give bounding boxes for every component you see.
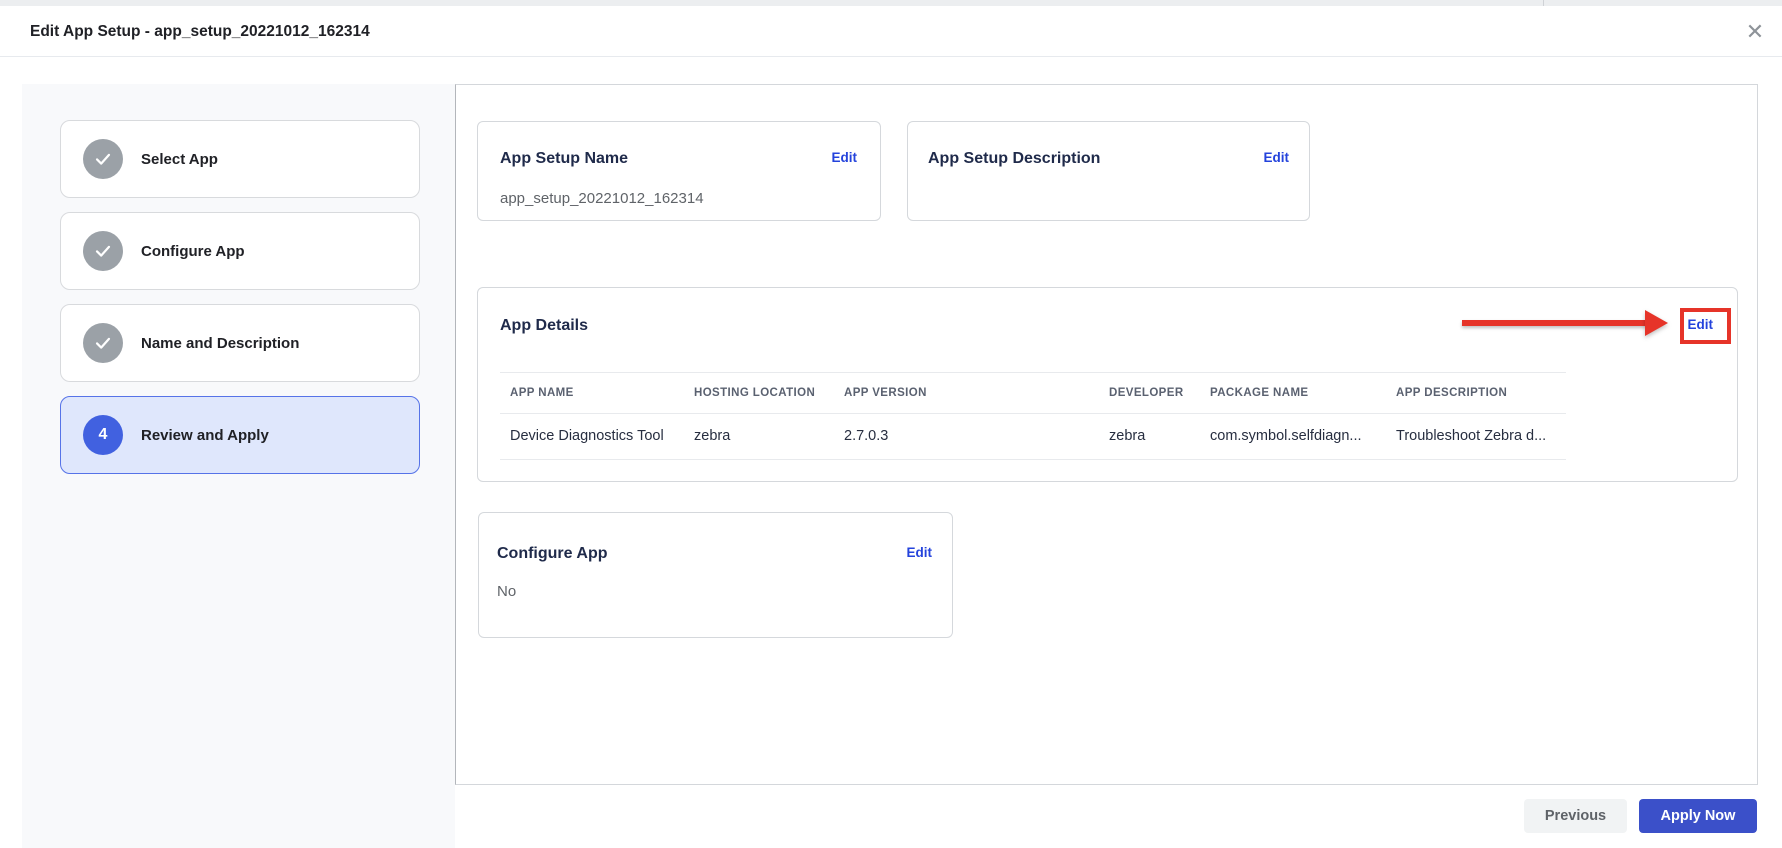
configure-app-value: No (497, 583, 517, 600)
edit-app-setup-modal: Edit App Setup - app_setup_20221012_1623… (0, 0, 1782, 848)
check-icon (83, 323, 123, 363)
red-arrow-annotation (1462, 320, 1648, 326)
app-setup-description-card: App Setup Description Edit (907, 121, 1310, 221)
edit-configure-app-link[interactable]: Edit (907, 545, 933, 560)
cell-hosting-location: zebra (694, 428, 731, 444)
check-icon (83, 231, 123, 271)
close-button[interactable]: ✕ (1736, 13, 1774, 51)
column-header: APP NAME (510, 387, 574, 399)
apply-now-button[interactable]: Apply Now (1639, 799, 1757, 833)
column-header: DEVELOPER (1109, 387, 1184, 399)
edit-highlight-box (1680, 308, 1731, 344)
column-header: PACKAGE NAME (1210, 387, 1309, 399)
column-header: HOSTING LOCATION (694, 387, 816, 399)
cell-developer: zebra (1109, 428, 1146, 444)
column-header: APP DESCRIPTION (1396, 387, 1508, 399)
cell-app-description: Troubleshoot Zebra d... (1396, 428, 1547, 444)
modal-header: Edit App Setup - app_setup_20221012_1623… (0, 6, 1782, 57)
app-setup-name-value: app_setup_20221012_162314 (500, 190, 704, 207)
app-setup-description-title: App Setup Description (928, 150, 1101, 167)
column-header: APP VERSION (844, 387, 927, 399)
step-select-app[interactable]: Select App (60, 120, 420, 198)
step-label: Name and Description (141, 334, 300, 352)
stepper-sidebar: Select App Configure App Name and Descri… (22, 84, 455, 848)
step-label: Select App (141, 150, 218, 168)
app-details-card: App Details Edit APP NAME HOSTING LOCATI… (477, 287, 1738, 482)
app-setup-name-card: App Setup Name Edit app_setup_20221012_1… (477, 121, 881, 221)
previous-button[interactable]: Previous (1524, 799, 1627, 833)
configure-app-title: Configure App (497, 545, 608, 562)
step-name-and-description[interactable]: Name and Description (60, 304, 420, 382)
table-border-bottom (500, 459, 1566, 460)
cell-app-version: 2.7.0.3 (844, 428, 889, 444)
cell-app-name: Device Diagnostics Tool (510, 428, 664, 444)
red-arrow-head-icon (1645, 310, 1668, 336)
app-details-title: App Details (500, 317, 589, 334)
modal-title: Edit App Setup - app_setup_20221012_1623… (30, 23, 370, 40)
edit-app-setup-name-link[interactable]: Edit (832, 150, 858, 165)
app-setup-name-title: App Setup Name (500, 150, 629, 167)
step-configure-app[interactable]: Configure App (60, 212, 420, 290)
step-label: Review and Apply (141, 426, 269, 444)
configure-app-card: Configure App Edit No (478, 512, 953, 638)
table-row: Device Diagnostics Tool zebra 2.7.0.3 ze… (510, 413, 1566, 459)
check-icon (83, 139, 123, 179)
step-review-and-apply[interactable]: 4 Review and Apply (60, 396, 420, 474)
step-number-badge: 4 (83, 415, 123, 455)
close-icon: ✕ (1745, 19, 1765, 44)
edit-app-setup-description-link[interactable]: Edit (1264, 150, 1290, 165)
cell-package-name: com.symbol.selfdiagn... (1210, 428, 1362, 444)
step-label: Configure App (141, 242, 245, 260)
table-header-row: APP NAME HOSTING LOCATION APP VERSION DE… (510, 373, 1566, 413)
step-number: 4 (98, 426, 108, 443)
